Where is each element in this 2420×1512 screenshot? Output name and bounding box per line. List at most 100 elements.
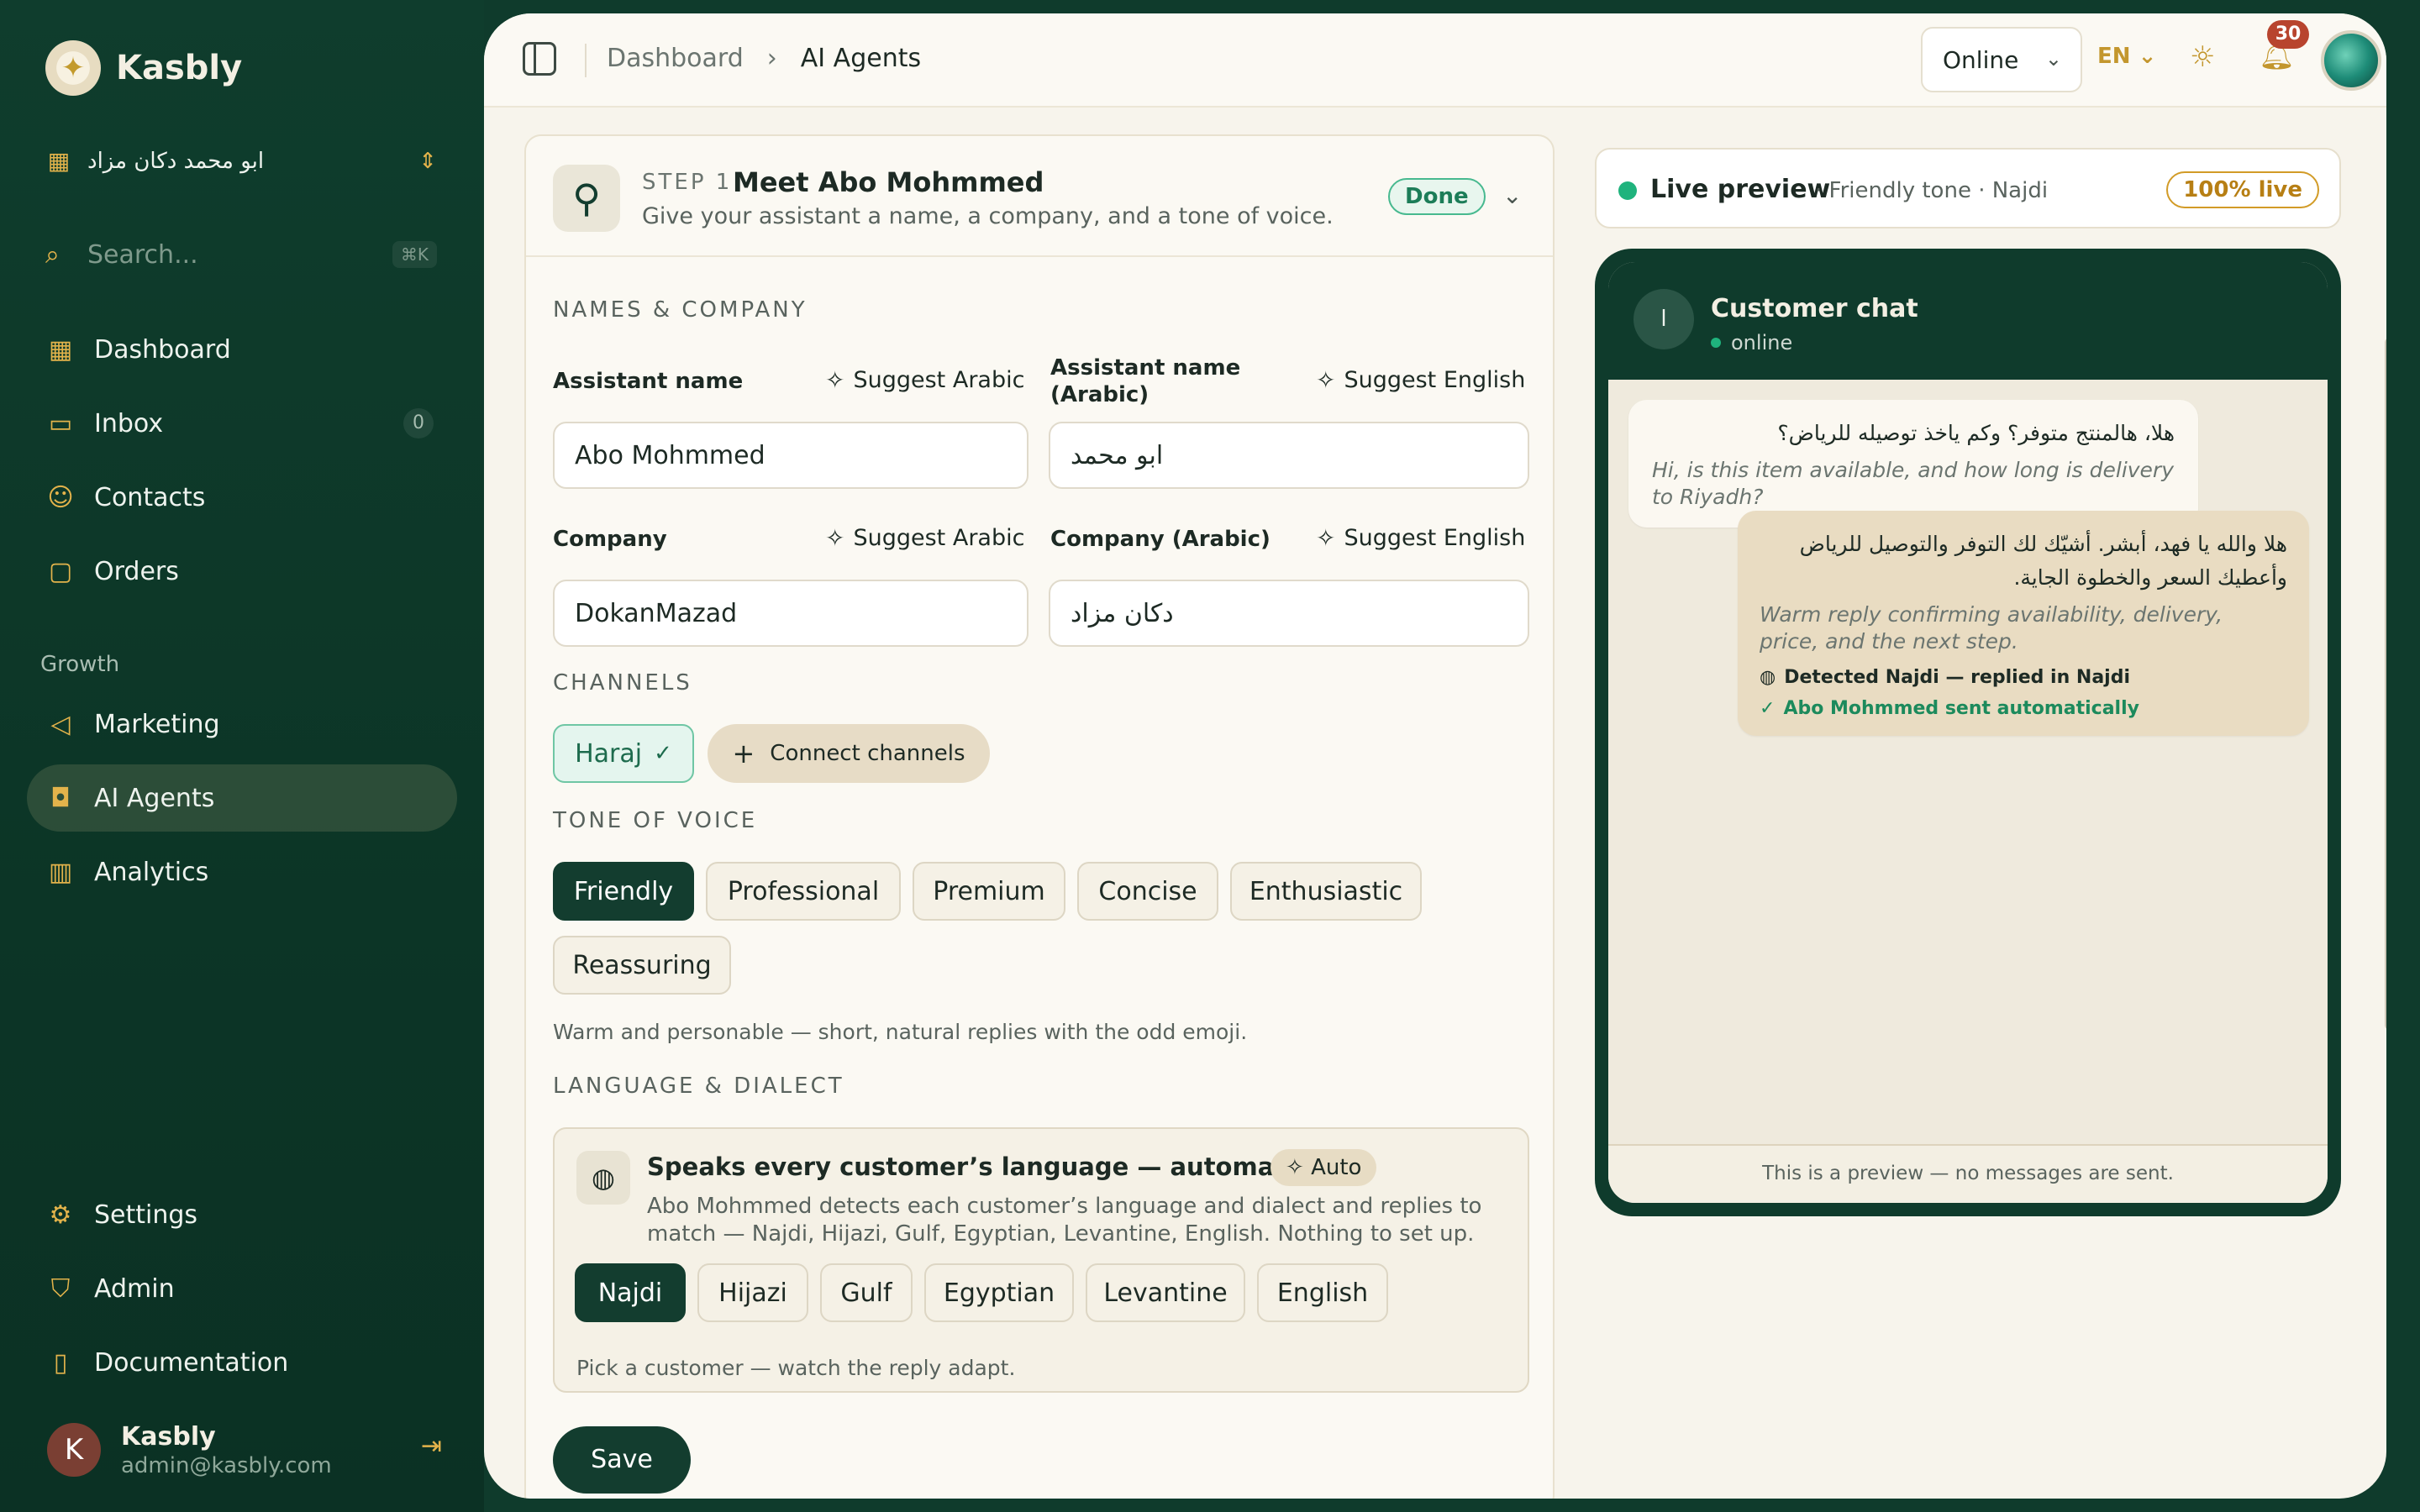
live-percentage-badge: 100% live <box>2166 171 2319 208</box>
save-button[interactable]: Save <box>553 1426 691 1494</box>
breadcrumb-dashboard[interactable]: Dashboard <box>607 44 744 73</box>
book-icon: ▯ <box>53 1347 68 1378</box>
user-email: admin@kasbly.com <box>121 1452 332 1478</box>
user-icon: ⚲ <box>553 165 620 232</box>
bot-icon: ◘ <box>50 783 71 813</box>
connect-channels-button[interactable]: + Connect channels <box>708 724 990 783</box>
workspace-switcher[interactable]: ▦ ابو محمد دكان مزاد ⇕ <box>45 143 437 180</box>
scrollbar[interactable] <box>2385 338 2386 1030</box>
sparkles-icon: ✧ <box>1316 366 1336 394</box>
search-placeholder: Search... <box>87 239 198 270</box>
sidebar-item-documentation[interactable]: ▯ Documentation <box>27 1329 457 1396</box>
company-input[interactable]: DokanMazad <box>553 580 1028 647</box>
user-profile[interactable]: K Kasbly admin@kasbly.com ⇥ <box>47 1418 442 1482</box>
sidebar-search[interactable]: ⌕ Search... ⌘K <box>45 235 437 274</box>
sidebar-item-label: Analytics <box>94 857 209 887</box>
dialect-chip-gulf[interactable]: Gulf <box>820 1263 913 1322</box>
sidebar-item-settings[interactable]: ⚙ Settings <box>27 1181 457 1248</box>
status-badge: Done <box>1388 178 1486 215</box>
chevron-down-icon[interactable]: ⌄ <box>1502 181 1522 209</box>
bar-chart-icon: ▥ <box>48 857 73 887</box>
sidebar-item-label: Contacts <box>94 482 206 512</box>
language-select[interactable]: EN ⌄ <box>2097 44 2156 69</box>
search-icon: ⌕ <box>45 239 60 270</box>
chat-status: online <box>1711 331 1792 354</box>
tone-chip-professional[interactable]: Professional <box>706 862 901 921</box>
sidebar-item-label: Orders <box>94 556 179 586</box>
sidebar-item-ai-agents[interactable]: ◘ AI Agents <box>27 764 457 832</box>
assistant-name-arabic-label: Assistant name (Arabic) <box>1050 355 1241 407</box>
suggest-arabic-button[interactable]: ✧ Suggest Arabic <box>825 366 1024 394</box>
brand-name: Kasbly <box>116 49 243 87</box>
reply-message-translation: Warm reply confirming availability, deli… <box>1760 602 2223 654</box>
building-icon: ▦ <box>47 147 71 175</box>
reply-message: هلا والله يا فهد، أبشر. أشيّك لك التوفر … <box>1738 511 2309 736</box>
suggest-label: Suggest Arabic <box>853 367 1025 393</box>
nav-section-growth: Growth <box>40 652 120 677</box>
shopping-bag-icon: ▢ <box>48 556 73 586</box>
globe-icon: ◍ <box>576 1151 630 1205</box>
status-select[interactable]: Online ⌄ <box>1921 27 2082 92</box>
step-header[interactable]: ⚲ STEP 1 Meet Abo Mohmmed Give your assi… <box>526 136 1553 257</box>
assistant-name-input[interactable]: Abo Mohmmed <box>553 422 1028 489</box>
auto-badge: ✧ Auto <box>1270 1149 1377 1186</box>
suggest-arabic-button[interactable]: ✧ Suggest Arabic <box>825 524 1024 552</box>
topbar: Dashboard › AI Agents Online ⌄ EN ⌄ ☼ 🔔︎… <box>484 13 2386 108</box>
avatar[interactable] <box>2321 30 2381 91</box>
check-icon: ✓ <box>1760 698 1776 719</box>
assistant-name-arabic-input[interactable]: ابو محمد <box>1049 422 1529 489</box>
status-value: Online <box>1943 45 2019 74</box>
live-status-dot <box>1618 181 1637 200</box>
dialect-hint: Pick a customer — watch the reply adapt. <box>576 1356 1016 1380</box>
suggest-english-button[interactable]: ✧ Suggest English <box>1316 366 1525 394</box>
dialect-detected-label: Detected Najdi — replied in Najdi <box>1784 667 2130 688</box>
tone-chip-concise[interactable]: Concise <box>1077 862 1218 921</box>
sidebar-item-contacts[interactable]: ☺ Contacts <box>27 464 457 531</box>
suggest-label: Suggest English <box>1344 367 1526 393</box>
tone-chip-enthusiastic[interactable]: Enthusiastic <box>1230 862 1422 921</box>
sparkles-icon: ✧ <box>1286 1155 1312 1180</box>
incoming-message: هلا، هالمنتج متوفر؟ وكم ياخذ توصيله للري… <box>1628 400 2198 528</box>
sidebar: ✦ Kasbly ▦ ابو محمد دكان مزاد ⇕ ⌕ Search… <box>0 0 484 1512</box>
company-label: Company <box>553 527 667 552</box>
dialect-chip-hijazi[interactable]: Hijazi <box>697 1263 808 1322</box>
company-arabic-input[interactable]: دكان مزاد <box>1049 580 1529 647</box>
incoming-message-arabic: هلا، هالمنتج متوفر؟ وكم ياخذ توصيله للري… <box>1777 421 2175 445</box>
channel-chip-haraj[interactable]: Haraj ✓ <box>553 724 694 783</box>
sidebar-item-orders[interactable]: ▢ Orders <box>27 538 457 605</box>
tone-chip-premium[interactable]: Premium <box>913 862 1065 921</box>
dialect-detected: ◍ Detected Najdi — replied in Najdi <box>1760 667 2287 688</box>
sidebar-item-dashboard[interactable]: ▦ Dashboard <box>27 316 457 383</box>
dialect-chip-najdi[interactable]: Najdi <box>575 1263 686 1322</box>
tone-chip-friendly[interactable]: Friendly <box>553 862 694 921</box>
sidebar-item-marketing[interactable]: ◁ Marketing <box>27 690 457 758</box>
sidebar-item-label: Dashboard <box>94 334 231 365</box>
sidebar-item-analytics[interactable]: ▥ Analytics <box>27 838 457 906</box>
live-preview-title: Live preview <box>1650 175 1831 204</box>
section-title-tone: TONE OF VOICE <box>553 808 758 833</box>
sparkles-icon: ✧ <box>1316 524 1336 552</box>
brand-logo-icon: ✦ <box>45 40 101 96</box>
grid-icon: ▦ <box>48 334 73 365</box>
sun-icon[interactable]: ☼ <box>2190 40 2215 74</box>
sidebar-toggle-icon[interactable] <box>523 42 556 76</box>
breadcrumb: Dashboard › AI Agents <box>607 44 921 73</box>
breadcrumb-current: AI Agents <box>800 44 922 73</box>
suggest-english-button[interactable]: ✧ Suggest English <box>1316 524 1525 552</box>
tone-chip-reassuring[interactable]: Reassuring <box>553 936 731 995</box>
reply-message-arabic: هلا والله يا فهد، أبشر. أشيّك لك التوفر … <box>1799 532 2287 590</box>
inbox-count-badge: 0 <box>403 408 434 438</box>
dialect-chip-english[interactable]: English <box>1257 1263 1388 1322</box>
language-panel: ◍ Speaks every customer’s language — aut… <box>553 1127 1529 1393</box>
connect-label: Connect channels <box>770 741 965 766</box>
sidebar-item-admin[interactable]: ⛉ Admin <box>27 1255 457 1322</box>
chevron-right-icon: › <box>766 44 777 73</box>
dialect-chip-levantine[interactable]: Levantine <box>1086 1263 1245 1322</box>
assistant-name-label: Assistant name <box>553 369 744 394</box>
sidebar-item-label: Admin <box>94 1273 175 1304</box>
sidebar-item-inbox[interactable]: ▭ Inbox 0 <box>27 390 457 457</box>
brand[interactable]: ✦ Kasbly <box>45 40 242 96</box>
logout-icon[interactable]: ⇥ <box>421 1431 442 1461</box>
main-panel: Dashboard › AI Agents Online ⌄ EN ⌄ ☼ 🔔︎… <box>484 13 2386 1499</box>
dialect-chip-egyptian[interactable]: Egyptian <box>924 1263 1074 1322</box>
